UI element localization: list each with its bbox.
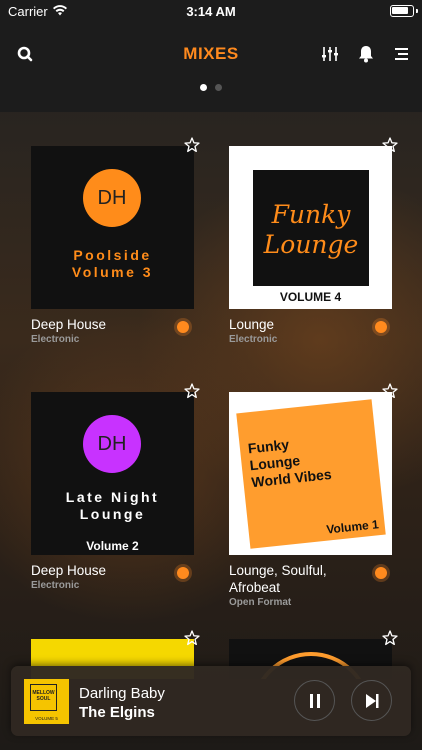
star-outline-icon[interactable] [382,137,398,153]
pause-icon [309,693,320,708]
page-dot-1[interactable] [200,84,207,91]
star-outline-icon[interactable] [184,383,200,399]
mix-cover[interactable]: Funky Lounge VOLUME 4 [229,146,392,309]
cover-volume: Volume 2 [86,539,139,553]
mix-title: Lounge [229,317,275,332]
cover-line: Volume 3 [71,264,154,280]
play-indicator[interactable] [372,318,390,336]
mix-card[interactable]: DH Late Night Lounge Volume 2 Deep House… [31,392,194,591]
track-artist: The Elgins [79,704,155,721]
dh-logo: DH [83,169,141,227]
top-nav: MIXES [0,22,422,112]
cover-line: Lounge [79,506,146,522]
cover-line: Poolside [73,247,152,263]
mini-player[interactable]: MELLOW SOUL VOLUME 5 Darling Baby The El… [11,666,411,736]
clock: 3:14 AM [186,4,236,19]
cover-line: Late Night [65,489,160,505]
mix-genre: Open Format [229,597,292,608]
mix-title: Lounge, Soulful, Afrobeat [229,563,327,595]
play-indicator[interactable] [174,564,192,582]
mix-card[interactable]: Funky Lounge VOLUME 4 Lounge Electronic [229,146,392,345]
dh-logo: DH [83,415,141,473]
mix-cover[interactable]: DH Poolside Volume 3 [31,146,194,309]
cover-volume: VOLUME 5 [35,716,58,721]
star-outline-icon[interactable] [382,630,398,646]
cover-panel: Funky Lounge [253,170,369,286]
equalizer-icon[interactable] [320,44,340,64]
cover-volume: Volume 1 [325,517,380,537]
page-dot-2[interactable] [215,84,222,91]
play-indicator[interactable] [174,318,192,336]
play-indicator[interactable] [372,564,390,582]
cover-script: Lounge [263,230,359,259]
cover-brand: MELLOW SOUL [32,690,55,702]
mix-title: Deep House [31,563,107,578]
mixes-screen: Carrier 3:14 AM MIXES DH Poolside Volume… [0,0,422,750]
mix-card[interactable]: DH Poolside Volume 3 Deep House Electron… [31,146,194,345]
track-title: Darling Baby [79,685,165,702]
mix-genre: Electronic [31,334,80,345]
star-outline-icon[interactable] [184,137,200,153]
mix-cover[interactable]: DH Late Night Lounge Volume 2 [31,392,194,555]
pause-button[interactable] [294,680,335,721]
mix-genre: Electronic [31,580,80,591]
cover-script: Funky [271,200,351,229]
cover-panel: Funky Lounge World Vibes Volume 1 [236,399,386,549]
status-bar: Carrier 3:14 AM [0,0,422,22]
bell-icon[interactable] [356,44,376,64]
mix-card[interactable]: Funky Lounge World Vibes Volume 1 Lounge… [229,392,392,608]
mix-cover[interactable]: Funky Lounge World Vibes Volume 1 [229,392,392,555]
cover-volume: VOLUME 4 [279,290,342,304]
skip-forward-icon [365,693,378,708]
battery-icon [390,5,418,17]
star-outline-icon[interactable] [184,630,200,646]
now-playing-cover[interactable]: MELLOW SOUL VOLUME 5 [24,679,69,724]
mix-title: Deep House [31,317,107,332]
next-track-button[interactable] [351,680,392,721]
star-outline-icon[interactable] [382,383,398,399]
menu-icon[interactable] [391,44,411,64]
mix-genre: Electronic [229,334,278,345]
page-indicator[interactable] [0,84,422,91]
